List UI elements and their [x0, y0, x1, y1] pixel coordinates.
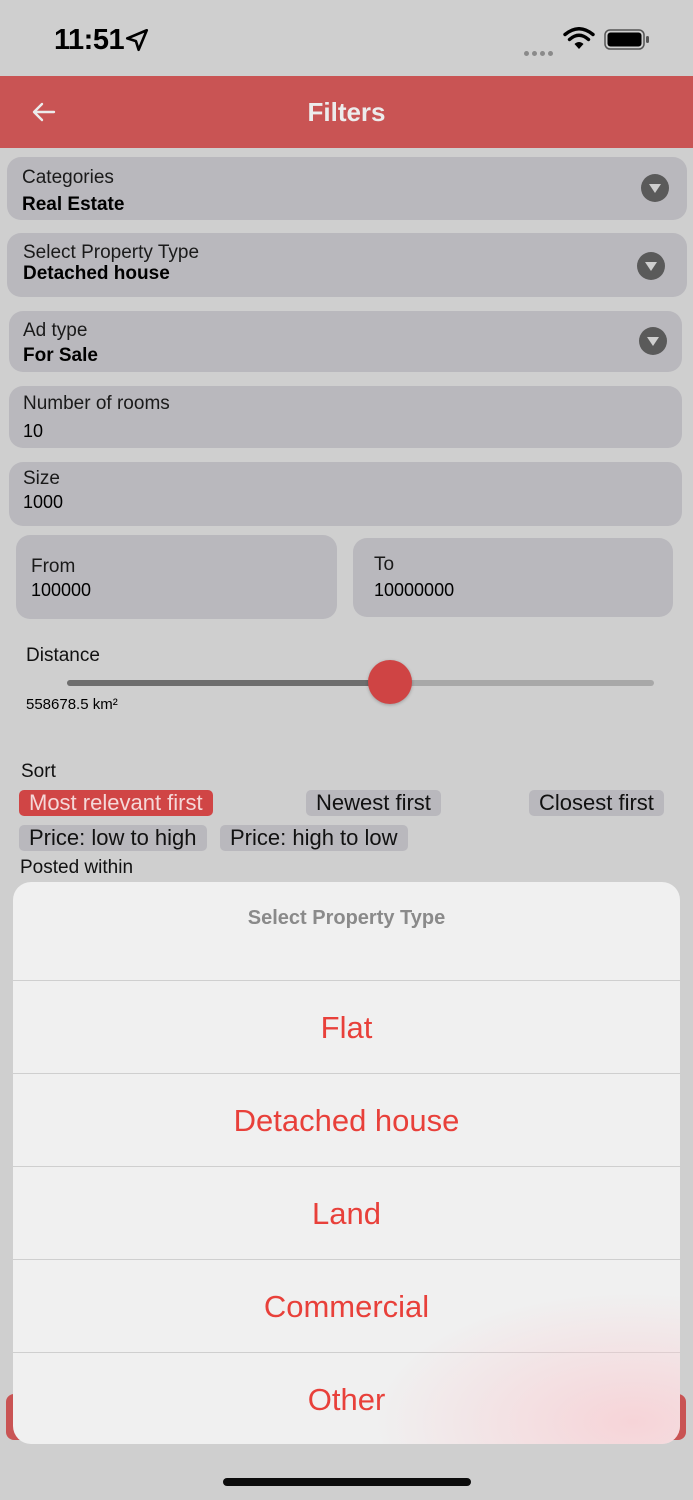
- size-label: Size: [23, 468, 60, 489]
- page-title: Filters: [307, 97, 386, 127]
- categories-label: Categories: [22, 167, 114, 188]
- posted-within-label: Posted within: [20, 857, 134, 878]
- distance-label: Distance: [26, 645, 100, 666]
- sort-chip-newest[interactable]: Newest first: [306, 790, 441, 816]
- app-bar: Filters: [0, 76, 693, 148]
- status-bar: 11:51: [0, 0, 693, 76]
- signal-dots-icon: [524, 43, 556, 61]
- rooms-value: 10: [23, 421, 44, 441]
- price-from-label: From: [31, 556, 76, 577]
- action-sheet-title: Select Property Type: [247, 907, 446, 929]
- status-time: 11:51: [54, 24, 125, 56]
- price-to-value: 10000000: [374, 580, 455, 600]
- distance-slider-track[interactable]: [67, 680, 654, 686]
- property-type-dropdown[interactable]: Select Property Type Detached house: [7, 233, 687, 297]
- distance-value: 558678.5 km²: [26, 696, 118, 713]
- distance-slider-fill: [67, 680, 390, 686]
- location-arrow-icon: [125, 28, 149, 52]
- price-from-value: 100000: [31, 580, 92, 600]
- price-from-input[interactable]: From 100000: [16, 535, 337, 619]
- size-input[interactable]: Size 1000: [9, 462, 682, 526]
- ad-type-value: For Sale: [23, 345, 98, 366]
- home-indicator: [223, 1478, 471, 1486]
- sheet-option-land[interactable]: Land: [13, 1166, 680, 1259]
- size-value: 1000: [23, 492, 64, 512]
- distance-slider-thumb[interactable]: [367, 660, 412, 704]
- ad-type-label: Ad type: [23, 320, 88, 341]
- dropdown-triangle-icon: [641, 174, 669, 202]
- property-type-action-sheet: Select Property Type Flat Detached house…: [13, 882, 680, 1444]
- price-to-input[interactable]: To 10000000: [353, 538, 673, 617]
- categories-value: Real Estate: [22, 194, 125, 215]
- property-type-value: Detached house: [23, 263, 170, 284]
- ad-type-dropdown[interactable]: Ad type For Sale: [9, 311, 682, 372]
- rooms-label: Number of rooms: [23, 393, 170, 414]
- sheet-option-other[interactable]: Other: [13, 1352, 680, 1444]
- price-to-label: To: [374, 554, 395, 575]
- dropdown-triangle-icon: [639, 327, 667, 355]
- sheet-option-commercial[interactable]: Commercial: [13, 1259, 680, 1352]
- property-type-label: Select Property Type: [23, 242, 200, 263]
- sort-label: Sort: [21, 761, 56, 782]
- sort-chip-price-low-high[interactable]: Price: low to high: [19, 825, 207, 851]
- arrow-left-icon: [32, 102, 56, 122]
- sort-chip-closest[interactable]: Closest first: [529, 790, 664, 816]
- categories-dropdown[interactable]: Categories Real Estate: [7, 157, 687, 220]
- sort-chip-price-high-low[interactable]: Price: high to low: [220, 825, 408, 851]
- wifi-icon: [563, 27, 595, 49]
- sort-chip-most-relevant[interactable]: Most relevant first: [19, 790, 213, 816]
- battery-icon: [604, 29, 649, 50]
- dropdown-triangle-icon: [637, 252, 665, 280]
- rooms-input[interactable]: Number of rooms 10: [9, 386, 682, 448]
- sheet-option-detached-house[interactable]: Detached house: [13, 1073, 680, 1166]
- sheet-option-flat[interactable]: Flat: [13, 980, 680, 1073]
- back-button[interactable]: [26, 96, 62, 128]
